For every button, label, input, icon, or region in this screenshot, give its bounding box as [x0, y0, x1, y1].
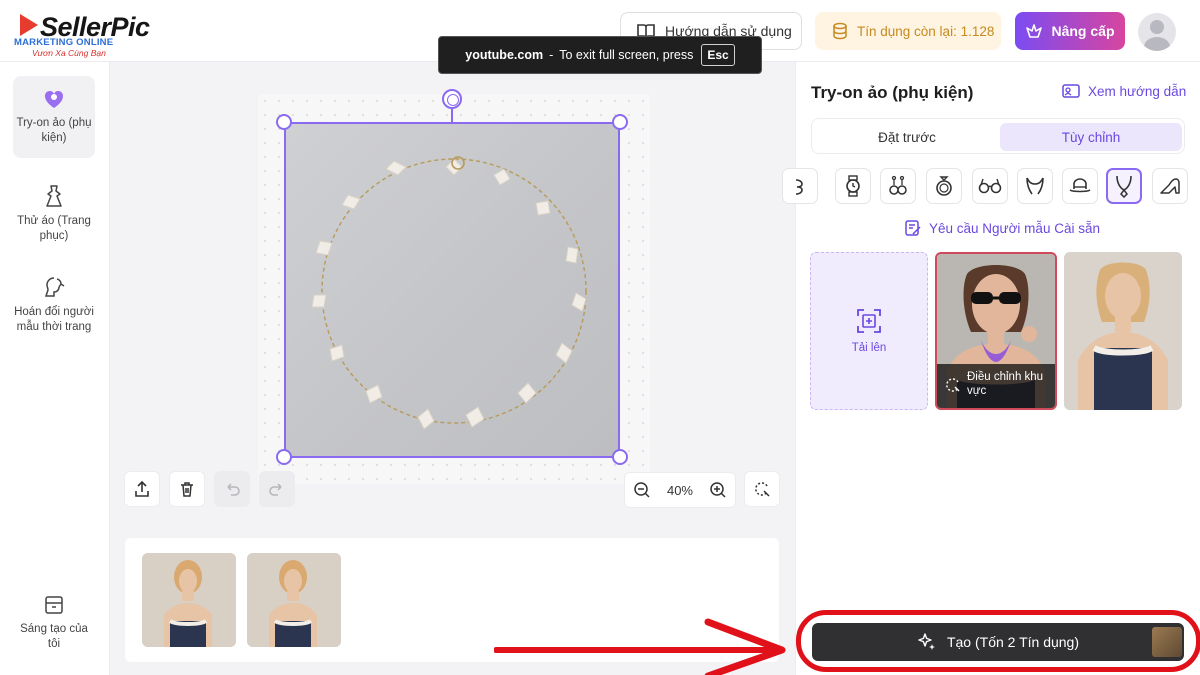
- archive-icon: [45, 596, 63, 614]
- redo-icon: [269, 483, 282, 496]
- headband-icon: [1026, 177, 1044, 195]
- sidebar-item-my-creations[interactable]: Sáng tạo của tôi: [13, 582, 95, 652]
- accessory-headband[interactable]: [1017, 168, 1053, 204]
- accessory-drop-earrings[interactable]: [880, 168, 916, 204]
- earring-partial-icon: [795, 179, 803, 195]
- sidebar-item-label: Hoán đổi người mẫu thời trang: [14, 306, 94, 333]
- canvas-area: 40%: [110, 62, 795, 675]
- credit-balance-label: Tín dụng còn lại: 1.128: [857, 23, 995, 39]
- accessory-heel-shoe[interactable]: [1152, 168, 1188, 204]
- model-photo-illustration: [247, 553, 341, 647]
- adjust-area-label: Điều chỉnh khu vực: [967, 371, 1044, 397]
- sidebar-item-outfit-tryon[interactable]: Thử áo (Trang phục): [13, 172, 95, 244]
- necklace-illustration: [311, 156, 587, 430]
- model-photo-illustration: [142, 553, 236, 647]
- edit-request-icon: [905, 220, 921, 236]
- glasses-icon: [978, 178, 1002, 194]
- undo-button[interactable]: [214, 471, 250, 507]
- logo-watermark-line2: Vươn Xa Cùng Bạn: [32, 48, 106, 58]
- left-sidebar: Try-on ảo (phụ kiện) Thử áo (Trang phục)…: [0, 62, 110, 675]
- sidebar-item-label: Try-on ảo (phụ kiện): [16, 117, 92, 144]
- reset-view-icon: [755, 482, 770, 497]
- credit-balance[interactable]: Tín dụng còn lại: 1.128: [815, 12, 1001, 50]
- tab-preset[interactable]: Đặt trước: [816, 123, 998, 151]
- avatar[interactable]: [1138, 13, 1176, 51]
- accessory-glasses[interactable]: [972, 168, 1008, 204]
- accessory-type-row: [782, 168, 1200, 206]
- crown-basket-icon: [1026, 24, 1043, 38]
- logo[interactable]: SellerPic MARKETING ONLINE Vươn Xa Cùng …: [14, 12, 164, 58]
- toast-site: youtube.com: [465, 48, 544, 62]
- export-button[interactable]: [124, 471, 160, 507]
- video-guide-icon: [1062, 84, 1080, 98]
- resize-handle-bottom-left[interactable]: [276, 449, 292, 465]
- delete-button[interactable]: [169, 471, 205, 507]
- sidebar-item-model-swap[interactable]: Hoán đổi người mẫu thời trang: [13, 263, 95, 335]
- upload-model-card[interactable]: Tải lên: [810, 252, 928, 410]
- request-preset-model-label: Yêu cầu Người mẫu Cài sẵn: [929, 220, 1100, 236]
- toast-separator: -: [549, 48, 554, 62]
- request-preset-model-link[interactable]: Yêu cầu Người mẫu Cài sẵn: [904, 219, 1100, 237]
- trash-icon: [181, 482, 193, 497]
- toast-message: To exit full screen, press: [559, 48, 694, 62]
- adjust-area-icon: [946, 378, 960, 392]
- upgrade-label: Nâng cấp: [1051, 23, 1115, 39]
- zoom-out-icon[interactable]: [633, 481, 651, 499]
- selected-model-card[interactable]: Điều chỉnh khu vực: [935, 252, 1057, 410]
- annotation-highlight-ring: [796, 610, 1200, 672]
- fit-view-button[interactable]: [744, 471, 780, 507]
- accessory-earring-partial[interactable]: [782, 168, 818, 204]
- generate-bar: Tạo (Tốn 2 Tín dụng): [796, 602, 1200, 675]
- view-guide-label: Xem hướng dẫn: [1088, 83, 1187, 99]
- zoom-level: 40%: [666, 482, 693, 498]
- rotate-handle[interactable]: [442, 89, 462, 109]
- view-guide-link[interactable]: Xem hướng dẫn: [1062, 83, 1186, 99]
- watch-icon: [846, 175, 860, 197]
- logo-play-mark: [20, 14, 38, 36]
- sidebar-item-label: Thử áo (Trang phục): [17, 215, 91, 242]
- accessory-ring[interactable]: [926, 168, 962, 204]
- resize-handle-top-left[interactable]: [276, 114, 292, 130]
- coins-icon: [833, 22, 847, 40]
- resize-handle-bottom-right[interactable]: [612, 449, 628, 465]
- upload-image-icon: [857, 309, 881, 333]
- accessory-watch[interactable]: [835, 168, 871, 204]
- preset-model-card[interactable]: [1064, 252, 1182, 410]
- dress-icon: [46, 185, 62, 207]
- rotate-stem: [451, 108, 453, 122]
- upgrade-button[interactable]: Nâng cấp: [1015, 12, 1125, 50]
- necklace-icon: [1116, 175, 1132, 198]
- ring-icon: [936, 176, 952, 196]
- model-swap-icon: [44, 277, 65, 297]
- settings-panel: Try-on ảo (phụ kiện) Xem hướng dẫn Đặt t…: [782, 62, 1200, 675]
- logo-watermark-line1: MARKETING ONLINE: [14, 37, 114, 48]
- sidebar-item-label: Sáng tạo của tôi: [20, 623, 88, 650]
- zoom-control: 40%: [624, 472, 736, 508]
- hat-icon: [1069, 178, 1091, 193]
- accessory-necklace[interactable]: [1106, 168, 1142, 204]
- drop-earrings-icon: [889, 175, 907, 195]
- mode-tabs: Đặt trước Tùy chỉnh: [811, 118, 1185, 154]
- panel-title: Try-on ảo (phụ kiện): [811, 83, 974, 102]
- result-thumbnail[interactable]: [247, 553, 341, 647]
- resize-handle-top-right[interactable]: [612, 114, 628, 130]
- heel-shoe-icon: [1160, 178, 1180, 194]
- sidebar-item-accessory-tryon[interactable]: Try-on ảo (phụ kiện): [13, 76, 95, 158]
- result-thumbnail[interactable]: [142, 553, 236, 647]
- upload-label: Tải lên: [851, 342, 887, 354]
- model-photo-illustration: [1064, 252, 1182, 410]
- accessory-hat[interactable]: [1062, 168, 1098, 204]
- annotation-arrow: [494, 618, 786, 675]
- tab-custom[interactable]: Tùy chỉnh: [1000, 123, 1182, 151]
- zoom-in-icon[interactable]: [709, 481, 727, 499]
- adjust-area-button[interactable]: Điều chỉnh khu vực: [937, 364, 1055, 408]
- share-icon: [135, 480, 149, 497]
- redo-button[interactable]: [259, 471, 295, 507]
- accessory-icon: [45, 91, 63, 108]
- undo-icon: [227, 483, 240, 496]
- necklace-product-image[interactable]: [286, 123, 620, 457]
